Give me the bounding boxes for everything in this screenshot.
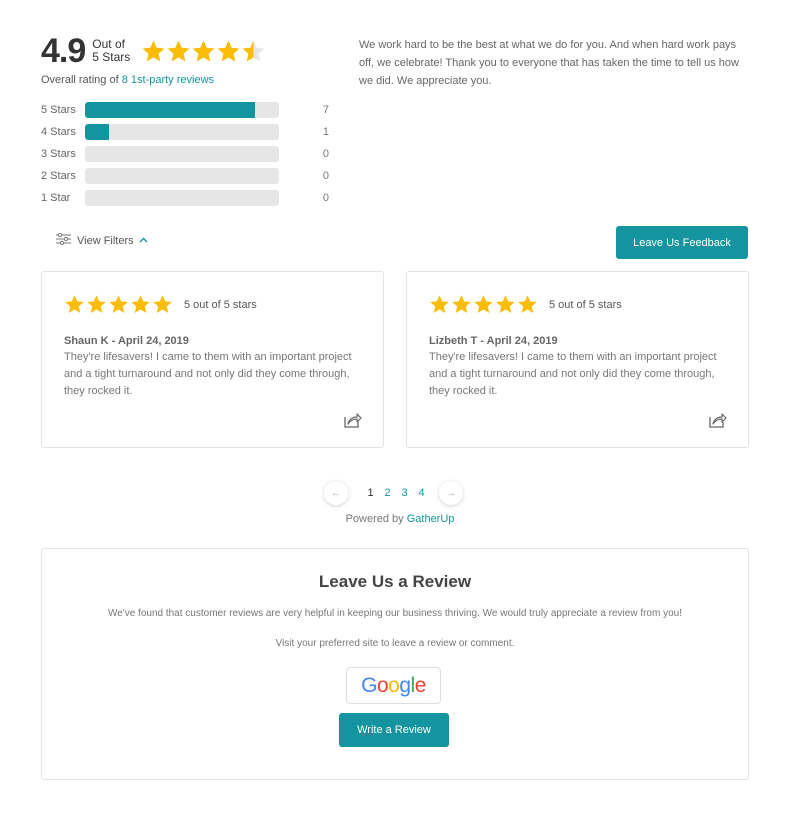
- review-author: Shaun K - April 24, 2019: [64, 335, 189, 347]
- review-star-rating: [429, 294, 539, 315]
- rating-summary: 4.9 Out of 5 Stars Overall rating of 8 1…: [41, 33, 341, 86]
- leave-review-description: We've found that customer reviews are ve…: [107, 608, 683, 619]
- star-full-icon: [474, 295, 493, 313]
- reviews-count-link[interactable]: 8 1st-party reviews: [122, 74, 214, 86]
- distribution-bar-track: [85, 102, 279, 118]
- google-review-site-button[interactable]: Google: [346, 667, 441, 704]
- review-card: 5 out of 5 stars Lizbeth T - April 24, 2…: [406, 271, 749, 448]
- page-numbers: 1234: [362, 487, 430, 499]
- powered-by: Powered by GatherUp: [0, 513, 800, 525]
- distribution-label: 3 Stars: [41, 148, 76, 160]
- distribution-bar-fill: [85, 124, 110, 140]
- leave-review-title: Leave Us a Review: [318, 572, 472, 591]
- review-author: Lizbeth T - April 24, 2019: [429, 335, 558, 347]
- out-of-label: Out of 5 Stars: [92, 38, 136, 64]
- rating-distribution: 5 Stars 7 4 Stars 1 3 Stars 0 2 Stars 0 1 Star 0: [41, 99, 341, 209]
- distribution-row[interactable]: 2 Stars 0: [41, 165, 341, 187]
- star-full-icon: [109, 295, 128, 313]
- distribution-count: 1: [322, 126, 329, 138]
- distribution-bar-track: [85, 146, 279, 162]
- powered-by-prefix: Powered by: [345, 513, 407, 525]
- star-full-icon: [167, 40, 190, 61]
- star-full-icon: [192, 40, 215, 61]
- star-full-icon: [65, 295, 84, 313]
- distribution-row[interactable]: 5 Stars 7: [41, 99, 341, 121]
- review-body: They're lifesavers! I came to them with …: [429, 351, 717, 397]
- leave-review-visit-text: Visit your preferred site to leave a rev…: [275, 638, 515, 649]
- pagination: ← 1234 →: [324, 481, 463, 505]
- distribution-bar-fill: [85, 102, 255, 118]
- out-of-line1: Out of: [92, 37, 125, 51]
- view-filters-label: View Filters: [77, 234, 134, 247]
- next-page-button[interactable]: →: [439, 481, 463, 505]
- intro-text: We work hard to be the best at what we d…: [359, 39, 739, 87]
- view-filters-toggle[interactable]: View Filters: [56, 232, 148, 248]
- star-full-icon: [496, 295, 515, 313]
- distribution-row[interactable]: 1 Star 0: [41, 187, 341, 209]
- distribution-count: 0: [322, 170, 329, 182]
- page-number-3[interactable]: 3: [396, 487, 413, 499]
- gatherup-link[interactable]: GatherUp: [407, 513, 455, 525]
- page-number-4[interactable]: 4: [413, 487, 430, 499]
- review-rating-text: 5 out of 5 stars: [549, 298, 622, 311]
- review-card: 5 out of 5 stars Shaun K - April 24, 201…: [41, 271, 384, 448]
- google-logo-letter: o: [388, 673, 400, 697]
- distribution-count: 0: [322, 148, 329, 160]
- leave-feedback-button[interactable]: Leave Us Feedback: [616, 226, 748, 259]
- page-number-2[interactable]: 2: [379, 487, 396, 499]
- average-score: 4.9: [41, 32, 86, 70]
- star-full-icon: [217, 40, 240, 61]
- distribution-label: 1 Star: [41, 192, 71, 204]
- share-icon[interactable]: [709, 412, 727, 433]
- review-star-rating: [64, 294, 174, 315]
- star-full-icon: [430, 295, 449, 313]
- overall-rating-text: Overall rating of 8 1st-party reviews: [41, 74, 341, 86]
- overall-prefix: Overall rating of: [41, 74, 122, 86]
- star-full-icon: [87, 295, 106, 313]
- star-full-icon: [452, 295, 471, 313]
- distribution-bar-track: [85, 168, 279, 184]
- write-review-button[interactable]: Write a Review: [339, 713, 449, 747]
- distribution-label: 2 Stars: [41, 170, 76, 182]
- review-rating-text: 5 out of 5 stars: [184, 298, 257, 311]
- average-star-rating: [141, 39, 266, 64]
- distribution-label: 4 Stars: [41, 126, 76, 138]
- distribution-count: 0: [322, 192, 329, 204]
- star-full-icon: [131, 295, 150, 313]
- chevron-up-icon: [139, 235, 148, 246]
- sliders-icon: [56, 232, 71, 248]
- distribution-label: 5 Stars: [41, 104, 76, 116]
- review-body: They're lifesavers! I came to them with …: [64, 351, 352, 397]
- star-full-icon: [142, 40, 165, 61]
- share-icon[interactable]: [344, 412, 362, 433]
- google-logo-letter: G: [361, 673, 377, 697]
- leave-review-section: Leave Us a Review We've found that custo…: [41, 548, 749, 780]
- distribution-count: 7: [322, 104, 329, 116]
- star-full-icon: [153, 295, 172, 313]
- out-of-line2: 5 Stars: [92, 50, 131, 64]
- distribution-bar-track: [85, 190, 279, 206]
- distribution-bar-track: [85, 124, 279, 140]
- distribution-row[interactable]: 4 Stars 1: [41, 121, 341, 143]
- prev-page-button[interactable]: ←: [324, 481, 348, 505]
- page-number-1[interactable]: 1: [362, 487, 379, 499]
- distribution-row[interactable]: 3 Stars 0: [41, 143, 341, 165]
- star-full-icon: [518, 295, 537, 313]
- google-logo-letter: e: [414, 673, 427, 697]
- google-logo-letter: g: [399, 673, 411, 697]
- star-half-icon: [242, 40, 265, 61]
- google-logo-letter: o: [376, 673, 389, 697]
- google-logo: Google: [361, 674, 426, 698]
